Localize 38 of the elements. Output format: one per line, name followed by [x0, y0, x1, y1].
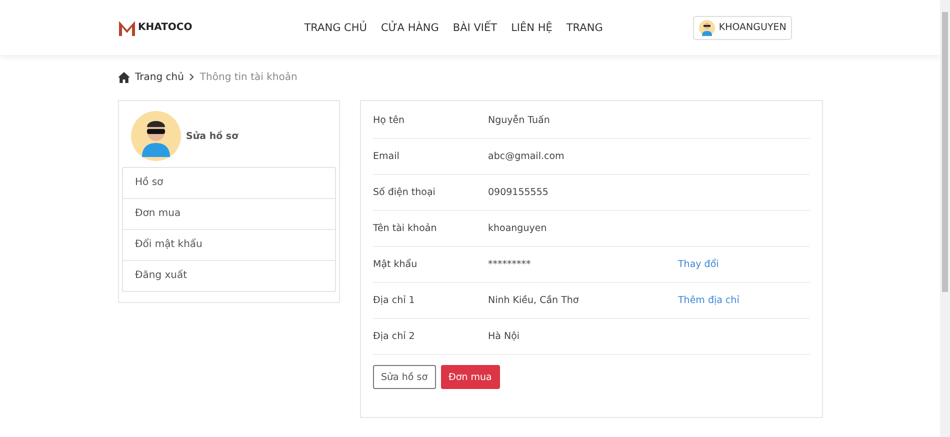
- menu-item[interactable]: Đổi mật khẩu: [123, 229, 335, 260]
- avatar-icon: [698, 20, 715, 36]
- field-label: Địa chỉ 1: [373, 295, 416, 306]
- scrollbar[interactable]: [940, 0, 950, 437]
- nav-link[interactable]: LIÊN HỆ: [511, 22, 552, 34]
- field-value: abc@gmail.com: [488, 151, 566, 162]
- menu-item[interactable]: Hồ sơ: [123, 168, 335, 198]
- nav-link[interactable]: TRANG CHỦ: [304, 22, 367, 34]
- current-page-title: Thông tin tài khoản: [200, 72, 298, 82]
- field-label: Email: [373, 151, 400, 162]
- nav-link[interactable]: TRANG: [566, 22, 603, 34]
- field-label: Tên tài khoản: [373, 223, 438, 234]
- menu-item[interactable]: Đơn mua: [123, 198, 335, 229]
- logo-text[interactable]: KHATOCO: [138, 22, 192, 33]
- field-value: Hà Nội: [488, 331, 521, 342]
- field-value: Nguyễn Tuấn: [488, 115, 551, 126]
- home-icon: [118, 72, 130, 82]
- field-value: Ninh Kiều, Cần Thơ: [488, 295, 580, 306]
- field-value: khoanguyen: [488, 223, 548, 234]
- edit-profile-link[interactable]: Sửa hồ sơ: [186, 130, 238, 142]
- field-value: 0909155555: [488, 187, 550, 198]
- action-link[interactable]: Thêm địa chỉ: [678, 295, 740, 306]
- avatar-icon: [131, 111, 181, 161]
- nav-link[interactable]: BÀI VIẾT: [452, 22, 498, 34]
- edit-profile-button[interactable]: Sửa hồ sơ: [373, 365, 436, 389]
- field-label: Mật khẩu: [373, 259, 418, 270]
- chevron-icon: [188, 73, 195, 81]
- field-label: Địa chỉ 2: [373, 331, 416, 342]
- menu-item[interactable]: Đăng xuất: [123, 260, 335, 291]
- field-label: Số điện thoại: [373, 187, 436, 198]
- nav-link[interactable]: CỬA HÀNG: [380, 22, 439, 34]
- field-label: Họ tên: [373, 115, 406, 126]
- field-value: *********: [488, 259, 532, 270]
- breadcrumb-link[interactable]: Trang chủ: [135, 72, 184, 82]
- user-button[interactable]: KHOANGUYEN: [692, 16, 792, 40]
- orders-button[interactable]: Đơn mua: [440, 365, 500, 389]
- action-link[interactable]: Thay đổi: [678, 259, 719, 270]
- logo-icon: [118, 18, 136, 36]
